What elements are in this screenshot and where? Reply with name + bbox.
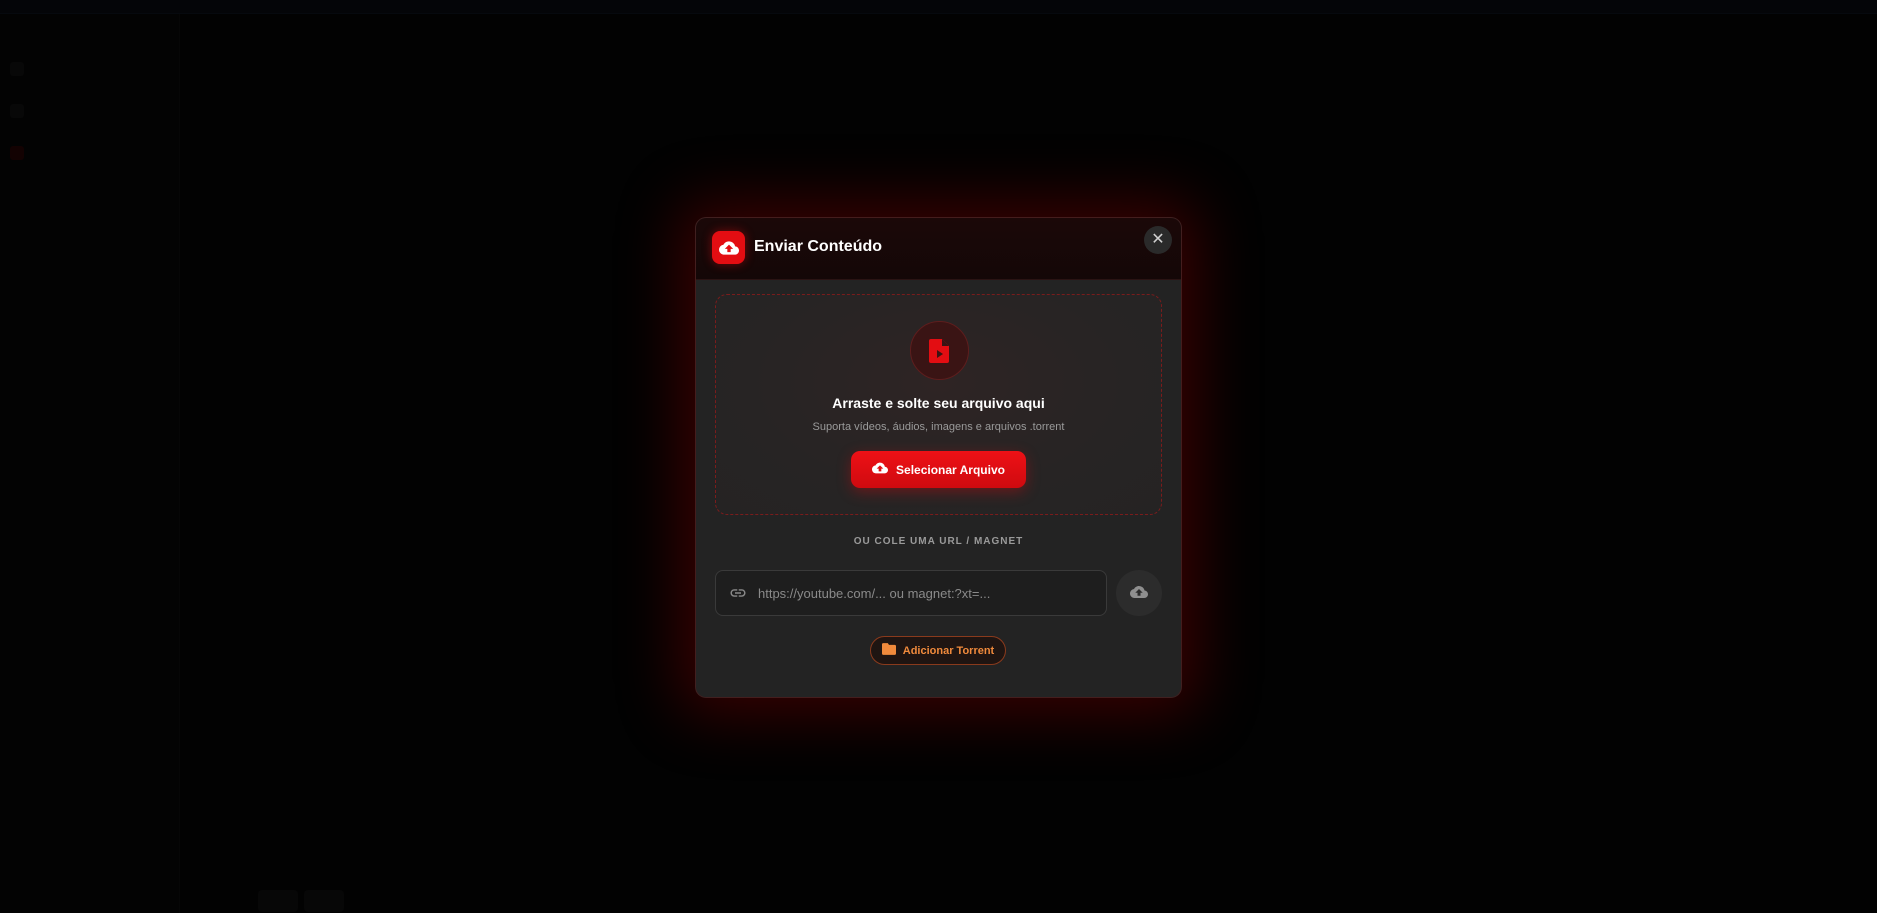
or-divider: OU COLE UMA URL / MAGNET — [853, 536, 1024, 547]
url-field[interactable] — [715, 570, 1107, 616]
add-torrent-button[interactable]: Adicionar Torrent — [870, 636, 1006, 665]
close-icon: ✕ — [1151, 231, 1165, 248]
modal-title: Enviar Conteúdo — [754, 238, 883, 255]
folder-icon — [881, 643, 896, 658]
select-file-label: Selecionar Arquivo — [896, 462, 1005, 477]
select-file-button[interactable]: Selecionar Arquivo — [851, 451, 1026, 488]
modal-header: Enviar Conteúdo ✕ — [696, 218, 1181, 280]
cloud-upload-icon — [872, 460, 889, 479]
file-video-icon — [910, 321, 969, 380]
url-input[interactable] — [748, 571, 1106, 615]
link-icon — [728, 583, 748, 603]
dropzone-title: Arraste e solte seu arquivo aqui — [832, 395, 1045, 411]
dropzone-subtitle: Suporta vídeos, áudios, imagens e arquiv… — [812, 421, 1065, 433]
file-dropzone[interactable]: Arraste e solte seu arquivo aqui Suporta… — [715, 294, 1162, 515]
add-torrent-label: Adicionar Torrent — [902, 644, 995, 657]
cloud-upload-icon — [1130, 583, 1148, 604]
url-submit-button[interactable] — [1116, 570, 1162, 616]
upload-modal: Enviar Conteúdo ✕ Arraste e solte seu ar… — [696, 218, 1181, 697]
cloud-upload-icon — [712, 231, 745, 264]
close-button[interactable]: ✕ — [1144, 226, 1172, 254]
